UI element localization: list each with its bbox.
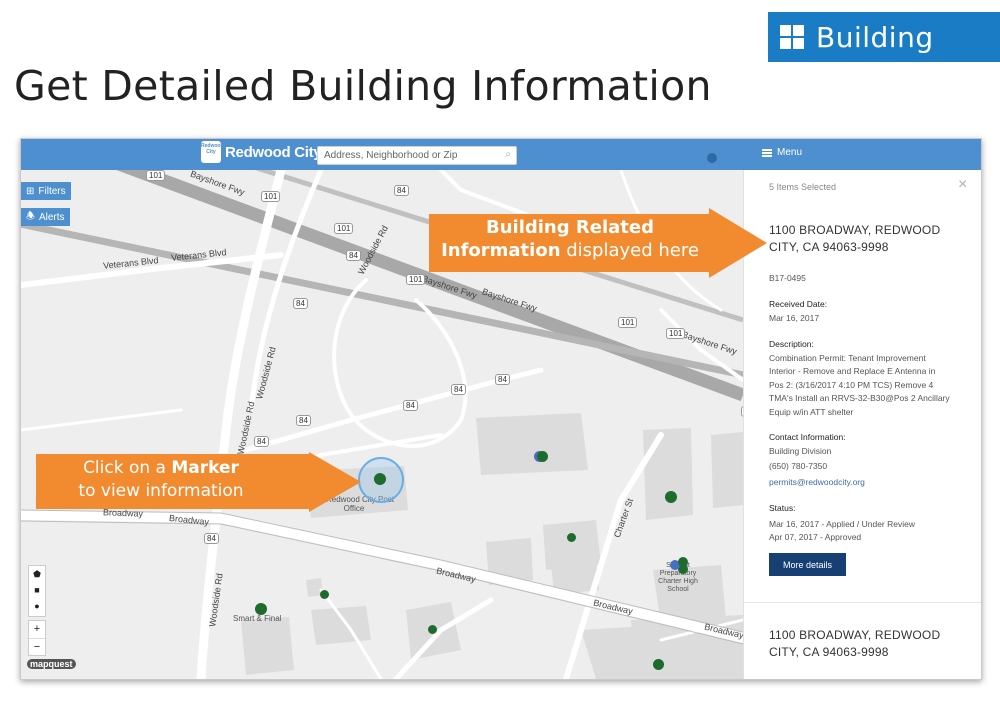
route-shield: 84	[403, 400, 418, 411]
permit-marker[interactable]	[320, 590, 329, 599]
draw-tools: ⬟ ■ ●	[28, 565, 46, 617]
address-line: CITY, CA 94063-9998	[769, 645, 889, 659]
contact-name: Building Division	[769, 445, 832, 456]
route-shield: 101	[261, 191, 281, 202]
filters-button[interactable]: ⊞ Filters	[21, 182, 71, 200]
callout-arrow	[309, 452, 361, 512]
permit-marker-selected[interactable]	[374, 473, 386, 485]
panel-divider	[744, 602, 981, 603]
status-label: Status:	[769, 503, 796, 513]
permit-marker[interactable]	[255, 603, 267, 615]
description-line: Interior - Remove and Replace E Antenna …	[769, 366, 936, 376]
filter-grid-icon: ⊞	[26, 185, 35, 197]
permit-marker[interactable]	[678, 557, 688, 567]
search-placeholder: Address, Neighborhood or Zip	[324, 150, 458, 161]
zoom-out-button[interactable]: −	[29, 639, 45, 655]
route-shield: 84	[293, 298, 308, 309]
route-shield: 84	[296, 415, 311, 426]
contact-email-link[interactable]: permits@redwoodcity.org	[769, 476, 969, 490]
filters-label: Filters	[38, 185, 66, 197]
close-icon[interactable]: ×	[958, 176, 967, 194]
zoom-controls: + −	[28, 620, 46, 656]
polygon-tool-icon[interactable]: ⬟	[29, 566, 45, 582]
badge-label: Building	[816, 20, 934, 54]
status-line: Apr 07, 2017 - Approved	[769, 532, 862, 542]
callout-line: Click on a Marker	[83, 458, 239, 478]
permit-number: B17-0495	[769, 273, 806, 283]
more-details-button[interactable]: More details	[769, 553, 846, 576]
received-section: Received Date: Mar 16, 2017	[769, 298, 969, 325]
description-line: TMA's Install an RRVS-32-B30@Pos 2 Ancil…	[769, 393, 950, 403]
description-line: Combination Permit: Tenant Improvement	[769, 352, 926, 363]
address-line: 1100 BROADWAY, REDWOOD	[769, 223, 941, 237]
circle-tool-icon[interactable]: ●	[29, 598, 45, 614]
received-value: Mar 16, 2017	[769, 312, 820, 323]
contact-phone: (650) 780-7350	[769, 461, 828, 471]
place-label-line: Preparatory	[659, 570, 697, 577]
search-input[interactable]: Address, Neighborhood or Zip ⌕	[317, 146, 517, 165]
route-shield: 84	[495, 374, 510, 385]
callout-line: Information displayed here	[441, 240, 699, 261]
description-section: Description: Combination Permit: Tenant …	[769, 338, 969, 419]
status-section: Status: Mar 16, 2017 - Applied / Under R…	[769, 502, 969, 545]
callout-line: to view information	[78, 481, 244, 501]
place-label-line: School	[667, 586, 689, 593]
permit-marker[interactable]	[428, 625, 437, 634]
permit-marker[interactable]	[653, 659, 664, 670]
city-logo-text: Redwood City	[225, 143, 322, 161]
permit-marker[interactable]	[567, 533, 576, 542]
zoom-in-button[interactable]: +	[29, 621, 45, 639]
menu-label: Menu	[777, 147, 803, 158]
route-shield: 84	[204, 533, 219, 544]
route-shield: 84	[346, 250, 361, 261]
description-label: Description:	[769, 339, 814, 349]
contact-section: Contact Information: Building Division (…	[769, 431, 969, 489]
second-permit-address[interactable]: 1100 BROADWAY, REDWOOD CITY, CA 94063-99…	[769, 627, 959, 661]
place-label-summit: Summit Preparatory Charter High School	[646, 562, 710, 594]
contact-label: Contact Information:	[769, 432, 846, 442]
menu-button[interactable]: Menu	[762, 147, 802, 158]
grid-icon	[780, 25, 804, 49]
alerts-label: Alerts	[38, 211, 65, 223]
callout-line: Building Related	[486, 217, 654, 238]
info-callout: Building Related Information displayed h…	[429, 208, 767, 278]
app-header: Redwood City Redwood City Address, Neigh…	[21, 139, 981, 170]
building-category-badge: Building	[768, 12, 1000, 62]
permit-marker[interactable]	[537, 451, 548, 462]
description-line: Pos 2: (3/16/2017 4:10 PM TCS) Remove 4	[769, 379, 934, 390]
received-label: Received Date:	[769, 299, 828, 309]
map-marker-header	[707, 153, 717, 163]
route-shield: 101	[666, 328, 686, 339]
route-shield: 101	[146, 170, 166, 181]
alerts-button[interactable]: 🕭 Alerts	[21, 208, 70, 226]
route-shield: 84	[254, 436, 269, 447]
route-shield: 101	[406, 274, 426, 285]
description-line: Equip w/in ATT shelter	[769, 406, 854, 417]
items-selected-count: 5 Items Selected	[769, 182, 837, 192]
mapquest-logo: mapquest	[27, 659, 76, 669]
route-shield: 101	[334, 223, 354, 234]
place-label-smart-final: Smart & Final	[233, 614, 282, 623]
hamburger-icon	[762, 148, 772, 157]
details-panel: 5 Items Selected × 1100 BROADWAY, REDWOO…	[743, 170, 981, 679]
address-line: 1100 BROADWAY, REDWOOD	[769, 628, 941, 642]
route-shield: 101	[618, 317, 638, 328]
permit-address: 1100 BROADWAY, REDWOOD CITY, CA 94063-99…	[769, 222, 959, 256]
address-line: CITY, CA 94063-9998	[769, 240, 889, 254]
status-line: Mar 16, 2017 - Applied / Under Review	[769, 518, 915, 529]
megaphone-icon: 🕭	[26, 210, 35, 222]
route-shield: 84	[451, 384, 466, 395]
callout-arrow	[709, 208, 767, 278]
permit-marker[interactable]	[665, 491, 677, 503]
city-seal-icon: Redwood City	[201, 141, 224, 163]
search-icon[interactable]: ⌕	[505, 149, 511, 160]
marker-callout: Click on a Marker to view information	[36, 452, 361, 512]
road-label: Broadway	[102, 507, 144, 519]
place-label-line: Charter High	[658, 578, 698, 585]
city-logo[interactable]: Redwood City Redwood City	[201, 141, 322, 163]
route-shield: 84	[394, 185, 409, 196]
rectangle-tool-icon[interactable]: ■	[29, 582, 45, 598]
page-title: Get Detailed Building Information	[14, 62, 712, 110]
